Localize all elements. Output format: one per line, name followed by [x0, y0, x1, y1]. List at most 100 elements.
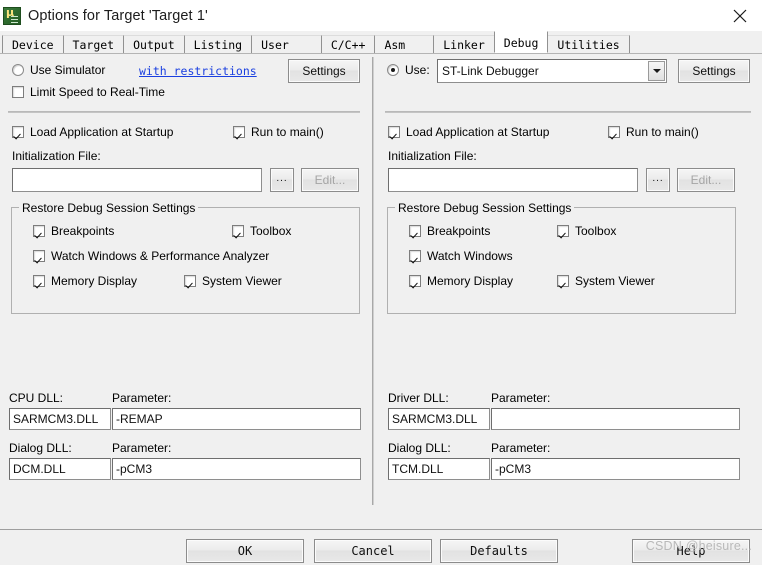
tab-target[interactable]: Target: [62, 35, 125, 53]
system-viewer-label-right: System Viewer: [575, 274, 655, 288]
restore-session-title-right: Restore Debug Session Settings: [395, 201, 575, 215]
tab-asm[interactable]: Asm: [374, 35, 435, 53]
memory-display-option-left[interactable]: Memory Display: [33, 274, 137, 288]
toolbox-checkbox-right[interactable]: [557, 225, 569, 237]
panel-divider: [372, 57, 374, 505]
use-debugger-radio[interactable]: [387, 64, 399, 76]
toolbox-option-right[interactable]: Toolbox: [557, 224, 616, 238]
breakpoints-checkbox-left[interactable]: [33, 225, 45, 237]
breakpoints-checkbox-right[interactable]: [409, 225, 421, 237]
debugger-settings-button[interactable]: Settings: [678, 59, 750, 83]
load-app-label-left: Load Application at Startup: [30, 125, 174, 139]
dialog-dll-label-right: Dialog DLL:: [388, 441, 451, 455]
dialog-dll-label-left: Dialog DLL:: [9, 441, 72, 455]
watch-windows-label-right: Watch Windows: [427, 249, 513, 263]
load-app-option-right[interactable]: Load Application at Startup: [388, 125, 549, 139]
use-simulator-radio[interactable]: [12, 64, 24, 76]
toolbox-label-left: Toolbox: [250, 224, 292, 238]
system-viewer-checkbox-left[interactable]: [184, 275, 196, 287]
dialog-dll-input-left[interactable]: DCM.DLL: [9, 458, 111, 480]
breakpoints-label-right: Breakpoints: [427, 224, 491, 238]
load-app-checkbox-left[interactable]: [12, 126, 24, 138]
load-app-checkbox-right[interactable]: [388, 126, 400, 138]
dialog-dll-input-right[interactable]: TCM.DLL: [388, 458, 490, 480]
driver-parameter-input[interactable]: [491, 408, 740, 430]
title-bar: Options for Target 'Target 1': [0, 0, 762, 31]
watch-windows-label-left: Watch Windows & Performance Analyzer: [51, 249, 270, 263]
restore-session-group-right: Restore Debug Session Settings Breakpoin…: [387, 201, 736, 314]
system-viewer-label-left: System Viewer: [202, 274, 282, 288]
init-file-input-right[interactable]: [388, 168, 638, 192]
use-simulator-option[interactable]: Use Simulator: [12, 63, 105, 77]
system-viewer-checkbox-right[interactable]: [557, 275, 569, 287]
tab-listing[interactable]: Listing: [183, 35, 253, 53]
load-app-label-right: Load Application at Startup: [406, 125, 550, 139]
chevron-down-icon[interactable]: [648, 61, 665, 81]
watch-windows-checkbox-left[interactable]: [33, 250, 45, 262]
driver-dll-input[interactable]: SARMCM3.DLL: [388, 408, 490, 430]
init-file-browse-button-right[interactable]: ...: [646, 168, 670, 192]
toolbox-option-left[interactable]: Toolbox: [232, 224, 291, 238]
tab-debug[interactable]: Debug: [493, 31, 549, 53]
simulator-separator: [8, 111, 360, 113]
limit-speed-checkbox[interactable]: [12, 86, 24, 98]
debug-tab-content: Use Simulator with restrictions Settings…: [0, 54, 762, 559]
run-to-main-option-left[interactable]: Run to main(): [233, 125, 324, 139]
breakpoints-label-left: Breakpoints: [51, 224, 115, 238]
ok-button[interactable]: OK: [186, 539, 304, 563]
watch-windows-checkbox-right[interactable]: [409, 250, 421, 262]
watch-windows-option-right[interactable]: Watch Windows: [409, 249, 513, 263]
debugger-panel: Use: ST-Link Debugger Settings Load Appl…: [380, 54, 762, 559]
window-title: Options for Target 'Target 1': [28, 7, 208, 24]
load-app-option-left[interactable]: Load Application at Startup: [12, 125, 173, 139]
simulator-panel: Use Simulator with restrictions Settings…: [0, 54, 372, 559]
uvision-icon: [3, 6, 21, 25]
restore-session-title-left: Restore Debug Session Settings: [19, 201, 199, 215]
memory-display-checkbox-right[interactable]: [409, 275, 421, 287]
memory-display-option-right[interactable]: Memory Display: [409, 274, 513, 288]
with-restrictions-link[interactable]: with restrictions: [139, 64, 257, 78]
toolbox-label-right: Toolbox: [575, 224, 617, 238]
breakpoints-option-right[interactable]: Breakpoints: [409, 224, 490, 238]
limit-speed-option[interactable]: Limit Speed to Real-Time: [12, 85, 165, 99]
run-to-main-checkbox-right[interactable]: [608, 126, 620, 138]
debugger-select-value: ST-Link Debugger: [442, 64, 539, 78]
restore-session-group-left: Restore Debug Session Settings Breakpoin…: [11, 201, 360, 314]
close-icon[interactable]: [717, 0, 762, 31]
memory-display-label-right: Memory Display: [427, 274, 514, 288]
run-to-main-label-right: Run to main(): [626, 125, 699, 139]
tab-utilities[interactable]: Utilities: [547, 35, 630, 53]
init-file-edit-button-right: Edit...: [677, 168, 735, 192]
run-to-main-checkbox-left[interactable]: [233, 126, 245, 138]
cpu-parameter-input[interactable]: -REMAP: [112, 408, 361, 430]
defaults-button[interactable]: Defaults: [440, 539, 558, 563]
toolbox-checkbox-left[interactable]: [232, 225, 244, 237]
use-debugger-option[interactable]: Use:: [387, 63, 430, 77]
breakpoints-option-left[interactable]: Breakpoints: [33, 224, 114, 238]
dialog-parameter-label-right: Parameter:: [491, 441, 551, 455]
memory-display-label-left: Memory Display: [51, 274, 138, 288]
limit-speed-label: Limit Speed to Real-Time: [30, 85, 165, 99]
system-viewer-option-right[interactable]: System Viewer: [557, 274, 655, 288]
tab-cpp[interactable]: C/C++: [320, 35, 376, 53]
memory-display-checkbox-left[interactable]: [33, 275, 45, 287]
debugger-select[interactable]: ST-Link Debugger: [437, 59, 667, 83]
cancel-button[interactable]: Cancel: [314, 539, 432, 563]
cpu-dll-input[interactable]: SARMCM3.DLL: [9, 408, 111, 430]
watch-windows-option-left[interactable]: Watch Windows & Performance Analyzer: [33, 249, 269, 263]
driver-parameter-label: Parameter:: [491, 391, 551, 405]
tab-device[interactable]: Device: [2, 35, 64, 53]
run-to-main-option-right[interactable]: Run to main(): [608, 125, 699, 139]
init-file-input-left[interactable]: [12, 168, 262, 192]
debugger-separator: [385, 111, 751, 113]
dialog-parameter-input-right[interactable]: -pCM3: [491, 458, 740, 480]
help-button[interactable]: Help: [632, 539, 750, 563]
tab-output[interactable]: Output: [123, 35, 185, 53]
dialog-parameter-label-left: Parameter:: [112, 441, 172, 455]
system-viewer-option-left[interactable]: System Viewer: [184, 274, 282, 288]
tab-user[interactable]: User: [251, 35, 322, 53]
dialog-parameter-input-left[interactable]: -pCM3: [112, 458, 361, 480]
simulator-settings-button[interactable]: Settings: [288, 59, 360, 83]
tab-linker[interactable]: Linker: [433, 35, 495, 53]
init-file-browse-button-left[interactable]: ...: [270, 168, 294, 192]
